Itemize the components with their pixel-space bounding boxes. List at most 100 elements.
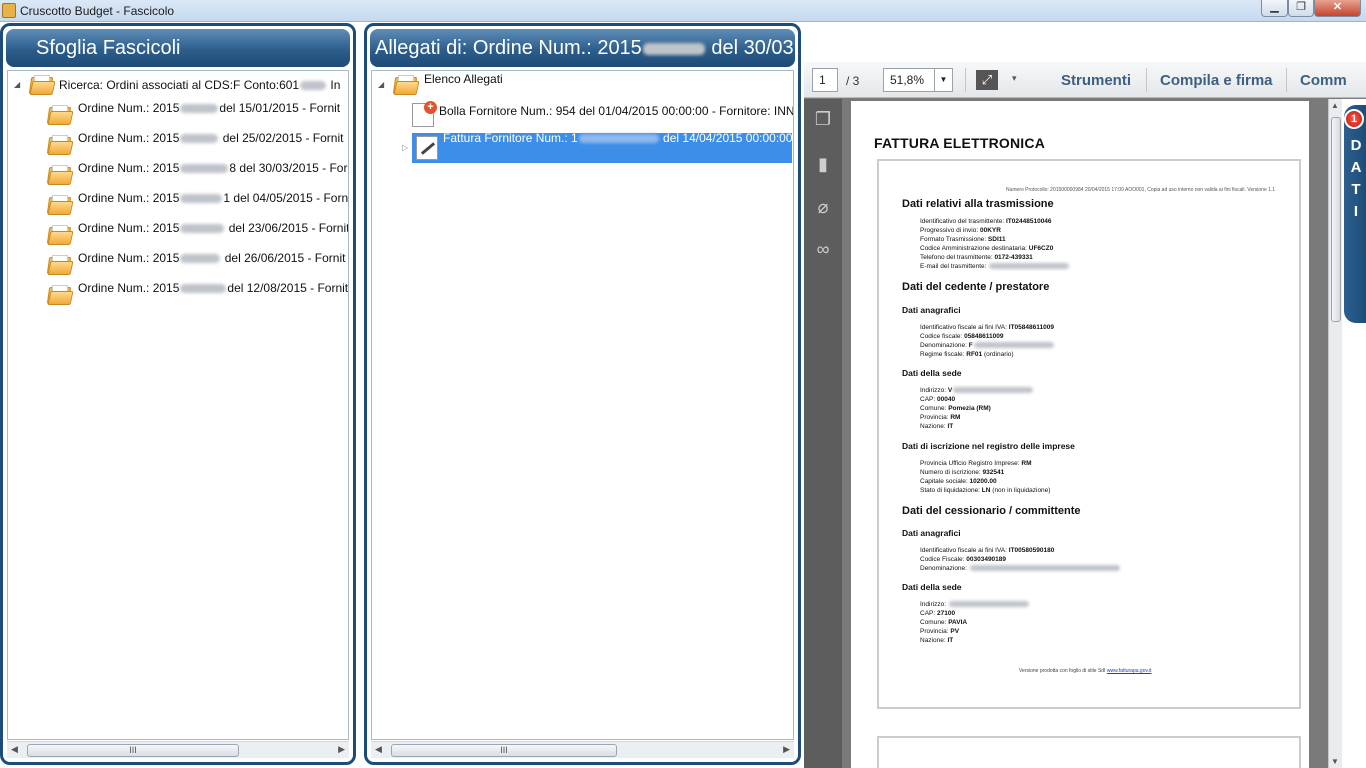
field-key: Provincia Ufficio Registro Imprese:	[920, 460, 1022, 467]
field-value: RM	[1021, 460, 1032, 467]
strumenti-link[interactable]: Strumenti	[1061, 72, 1131, 89]
tree-item-label: Ordine Num.: 2015	[78, 101, 180, 115]
paperclip-icon[interactable]: ⌀	[813, 197, 833, 217]
pages-icon[interactable]: ❐	[813, 109, 833, 129]
expand-arrow-icon[interactable]: ▷	[402, 143, 408, 152]
tree-item-ordine[interactable]: Ordine Num.: 2015 del 12/08/2015 - Fornit	[46, 281, 349, 308]
document-field-row: Numero di iscrizione: 932541	[920, 468, 1004, 477]
dati-letter: A	[1350, 159, 1362, 176]
chevron-down-icon[interactable]: ▼	[934, 69, 952, 91]
field-key: Codice Amministrazione destinataria:	[920, 245, 1029, 252]
delivery-note-icon: +	[412, 101, 437, 127]
folder-open-icon	[28, 75, 56, 95]
dati-side-tab[interactable]: 1 D A T I	[1344, 105, 1366, 323]
field-value: 10200.00	[969, 478, 997, 485]
minimize-button[interactable]: ▁	[1261, 0, 1288, 17]
tree-item-label-suffix: 1 del 04/05/2015 - Fornit	[223, 191, 349, 205]
document-field-row: Codice fiscale: 05848611009	[920, 332, 1003, 341]
section-cessionario-sede: Dati della sede	[902, 582, 962, 592]
footer-link[interactable]: www.fatturapa.gov.it	[1107, 668, 1152, 674]
fullscreen-icon[interactable]: ⤢	[976, 70, 998, 90]
field-key: Identificativo fiscale ai fini IVA:	[920, 547, 1009, 554]
scroll-up-icon[interactable]: ▲	[1331, 101, 1339, 110]
fascicoli-tree[interactable]: ◢ Ricerca: Ordini associati al CDS:F Con…	[7, 70, 349, 740]
document-footer: Versione prodotta con foglio di stile Sd…	[1019, 668, 1152, 674]
section-registro-imprese: Dati di iscrizione nel registro delle im…	[902, 441, 1075, 451]
field-key: Formato Trasmissione:	[920, 236, 988, 243]
page-number-input[interactable]: 1	[812, 68, 838, 92]
field-value: UF6CZ0	[1028, 245, 1054, 252]
field-key: Comune:	[920, 619, 949, 626]
section-cedente-sede: Dati della sede	[902, 368, 962, 378]
field-value: 932541	[982, 469, 1005, 476]
field-key: Codice Fiscale:	[920, 556, 967, 563]
toolbar-menu-icon[interactable]: ▾	[1012, 73, 1017, 84]
field-note: (non in liquidazione)	[990, 487, 1051, 494]
tree-item-label-suffix: del 25/02/2015 - Fornit	[219, 131, 344, 145]
bookmark-icon[interactable]: ▮	[813, 154, 833, 174]
document-field-row: Capitale sociale: 10200.00	[920, 477, 997, 486]
compila-firma-link[interactable]: Compila e firma	[1160, 72, 1273, 89]
restore-button[interactable]: ❐	[1288, 0, 1314, 17]
allegati-root-node[interactable]: ◢ Elenco Allegati	[376, 72, 776, 98]
scroll-left-icon[interactable]: ◀	[375, 744, 382, 755]
collapse-arrow-icon[interactable]: ◢	[14, 72, 20, 98]
horizontal-scrollbar[interactable]: ◀ III ▶	[371, 741, 794, 758]
document-field-row: Provincia Ufficio Registro Imprese: RM	[920, 459, 1032, 468]
tree-root-label-suffix: In	[327, 78, 341, 92]
horizontal-scrollbar[interactable]: ◀ III ▶	[7, 741, 349, 758]
pdf-page-area[interactable]: FATTURA ELETTRONICA Numero Protocollo: 2…	[842, 99, 1328, 768]
document-field-row: CAP: 27100	[920, 609, 955, 618]
allegati-root-label: Elenco Allegati	[424, 72, 503, 86]
field-value: RM	[950, 414, 961, 421]
scroll-right-icon[interactable]: ▶	[338, 744, 345, 755]
field-key: E-mail del trasmittente:	[920, 263, 989, 270]
dati-letter: T	[1351, 181, 1361, 198]
close-button[interactable]: ✕	[1314, 0, 1361, 17]
allegati-panel: Allegati di: Ordine Num.: 2015 del 30/03…	[364, 23, 801, 765]
folder-open-icon	[46, 255, 74, 275]
document-field-row: Formato Trasmissione: SDI11	[920, 235, 1006, 244]
tree-item-label-suffix: del 12/08/2015 - Fornit	[227, 281, 349, 295]
pdf-sidebar: ❐ ▮ ⌀ ∞	[804, 99, 842, 768]
scroll-thumb[interactable]: III	[27, 744, 239, 757]
scroll-right-icon[interactable]: ▶	[783, 744, 790, 755]
field-value: PAVIA	[948, 619, 968, 626]
pdf-vertical-scrollbar[interactable]: ▲ ▼	[1328, 99, 1342, 768]
dati-letter: I	[1353, 203, 1359, 220]
document-field-row: Provincia: PV	[920, 627, 959, 636]
section-trasmissione: Dati relativi alla trasmissione	[902, 198, 1054, 210]
field-value: IT00580590180	[1008, 547, 1055, 554]
section-cessionario-anagrafici: Dati anagrafici	[902, 528, 961, 538]
field-value: PV	[950, 628, 960, 635]
tree-item-label: Ordine Num.: 2015	[78, 251, 180, 265]
document-field-row: Codice Amministrazione destinataria: UF6…	[920, 244, 1053, 253]
toolbar-separator	[1286, 68, 1287, 92]
commenti-link[interactable]: Comm	[1300, 72, 1347, 89]
zoom-select[interactable]: 51,8% ▼	[883, 68, 953, 92]
allegati-header-suffix: del 30/03	[705, 37, 794, 59]
window-titlebar[interactable]: Cruscotto Budget - Fascicolo ▁ ❐ ✕	[0, 0, 1366, 22]
document-field-row: Comune: Pomezia (RM)	[920, 404, 991, 413]
field-value: 0172-439331	[994, 254, 1033, 261]
field-value: 00KYR	[979, 227, 1001, 234]
field-key: Progressivo di invio:	[920, 227, 980, 234]
document-field-row: E-mail del trasmittente:	[920, 262, 1070, 271]
pdf-viewer: 1 / 3 51,8% ▼ ⤢ ▾ Strumenti Compila e fir…	[804, 62, 1366, 768]
allegati-header: Allegati di: Ordine Num.: 2015 del 30/03	[370, 29, 795, 67]
allegati-tree[interactable]: ◢ Elenco Allegati + Bolla Fornitore Num.…	[371, 70, 794, 740]
scroll-thumb[interactable]: III	[391, 744, 617, 757]
attachment-fattura-label-suffix: del 14/04/2015 00:00:00 End	[663, 131, 793, 145]
document-field-row: Progressivo di invio: 00KYR	[920, 226, 1001, 235]
tree-item-label-suffix: del 15/01/2015 - Fornit	[219, 101, 341, 115]
document-field-row: CAP: 00040	[920, 395, 955, 404]
field-key: Provincia:	[920, 628, 951, 635]
scroll-thumb[interactable]	[1331, 117, 1341, 322]
field-key: Indirizzo:	[920, 387, 948, 394]
collapse-arrow-icon[interactable]: ◢	[378, 72, 384, 98]
document-field-row: Indirizzo:	[920, 600, 1030, 609]
scroll-down-icon[interactable]: ▼	[1331, 757, 1339, 766]
attachment-fattura[interactable]: Fattura Fornitore Num.: 1 del 14/04/2015…	[412, 131, 793, 163]
scroll-left-icon[interactable]: ◀	[11, 744, 18, 755]
binoculars-icon[interactable]: ∞	[813, 239, 833, 259]
